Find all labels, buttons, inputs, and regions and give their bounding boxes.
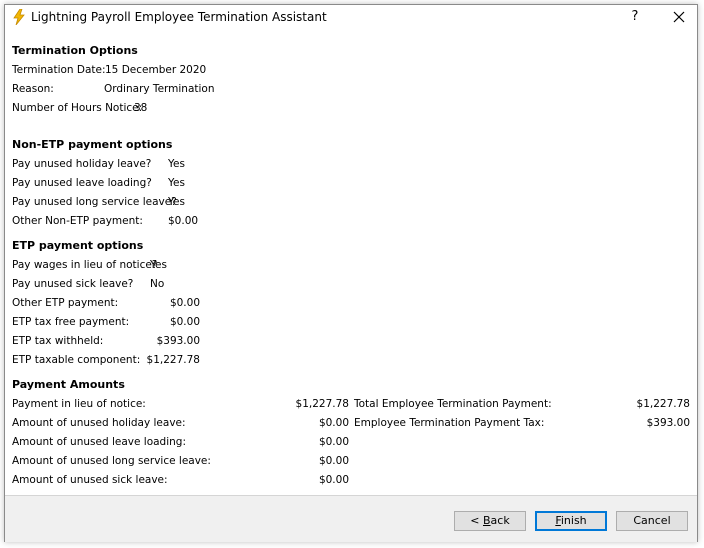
termination-options-heading: Termination Options [12, 44, 138, 57]
non-etp-row-value: Yes [168, 177, 185, 189]
payment-right-value: $1,227.78 [636, 398, 690, 410]
etp-row-label: ETP taxable component: [12, 354, 141, 366]
payment-left-label: Amount of unused long service leave: [12, 455, 211, 467]
finish-rest: inish [560, 514, 587, 527]
payment-right-label: Total Employee Termination Payment: [354, 398, 552, 410]
non-etp-row-label: Other Non-ETP payment: [12, 215, 143, 227]
etp-row-value: $1,227.78 [146, 354, 200, 366]
payment-right-value: $393.00 [646, 417, 690, 429]
reason-label: Reason: [12, 83, 54, 95]
non-etp-row-value: Yes [168, 158, 185, 170]
etp-row-value: $0.00 [169, 297, 200, 309]
non-etp-heading: Non-ETP payment options [12, 138, 173, 151]
cancel-button[interactable]: Cancel [616, 511, 688, 531]
payment-left-value: $0.00 [318, 417, 349, 429]
termination-date-value: 15 December 2020 [105, 64, 207, 76]
finish-button[interactable]: Finish [535, 511, 607, 531]
non-etp-row-value: $0.00 [168, 215, 199, 227]
payment-left-value: $0.00 [318, 436, 349, 448]
etp-row-label: ETP tax withheld: [12, 335, 104, 347]
etp-row-label: ETP tax free payment: [12, 316, 130, 328]
back-prefix: < [470, 514, 483, 527]
payment-left-value: $1,227.78 [295, 398, 349, 410]
etp-row-value: $393.00 [156, 335, 200, 347]
reason-value: Ordinary Termination [104, 83, 215, 95]
back-rest: ack [490, 514, 510, 527]
etp-row-value: Yes [150, 259, 167, 271]
payment-left-value: $0.00 [318, 455, 349, 467]
back-mnemonic: B [483, 514, 491, 527]
non-etp-row-value: Yes [168, 196, 185, 208]
etp-row-label: Pay wages in lieu of notice? [12, 259, 158, 271]
payment-right-label: Employee Termination Payment Tax: [354, 417, 545, 429]
etp-row-value: No [150, 278, 165, 290]
dialog-window: Lightning Payroll Employee Termination A… [4, 4, 698, 542]
button-bar: < Back Finish Cancel [5, 495, 697, 542]
window-title: Lightning Payroll Employee Termination A… [31, 10, 327, 24]
back-button[interactable]: < Back [454, 511, 526, 531]
etp-row-label: Other ETP payment: [12, 297, 119, 309]
non-etp-row-label: Pay unused long service leave? [12, 196, 177, 208]
hours-notice-value: 38 [134, 102, 148, 114]
payment-left-label: Amount of unused sick leave: [12, 474, 168, 486]
termination-date-label: Termination Date: [12, 64, 106, 76]
non-etp-row-label: Pay unused leave loading? [12, 177, 152, 189]
etp-row-value: $0.00 [169, 316, 200, 328]
help-button[interactable]: ? [625, 7, 645, 27]
lightning-icon [13, 9, 25, 25]
etp-row-label: Pay unused sick leave? [12, 278, 134, 290]
payment-amounts-heading: Payment Amounts [12, 378, 125, 391]
etp-heading: ETP payment options [12, 239, 144, 252]
payment-left-label: Amount of unused leave loading: [12, 436, 186, 448]
payment-left-value: $0.00 [318, 474, 349, 486]
hours-notice-label: Number of Hours Notice: [12, 102, 143, 114]
non-etp-row-label: Pay unused holiday leave? [12, 158, 152, 170]
payment-left-label: Amount of unused holiday leave: [12, 417, 186, 429]
close-icon[interactable] [669, 7, 689, 27]
payment-left-label: Payment in lieu of notice: [12, 398, 146, 410]
title-bar[interactable]: Lightning Payroll Employee Termination A… [5, 5, 697, 31]
